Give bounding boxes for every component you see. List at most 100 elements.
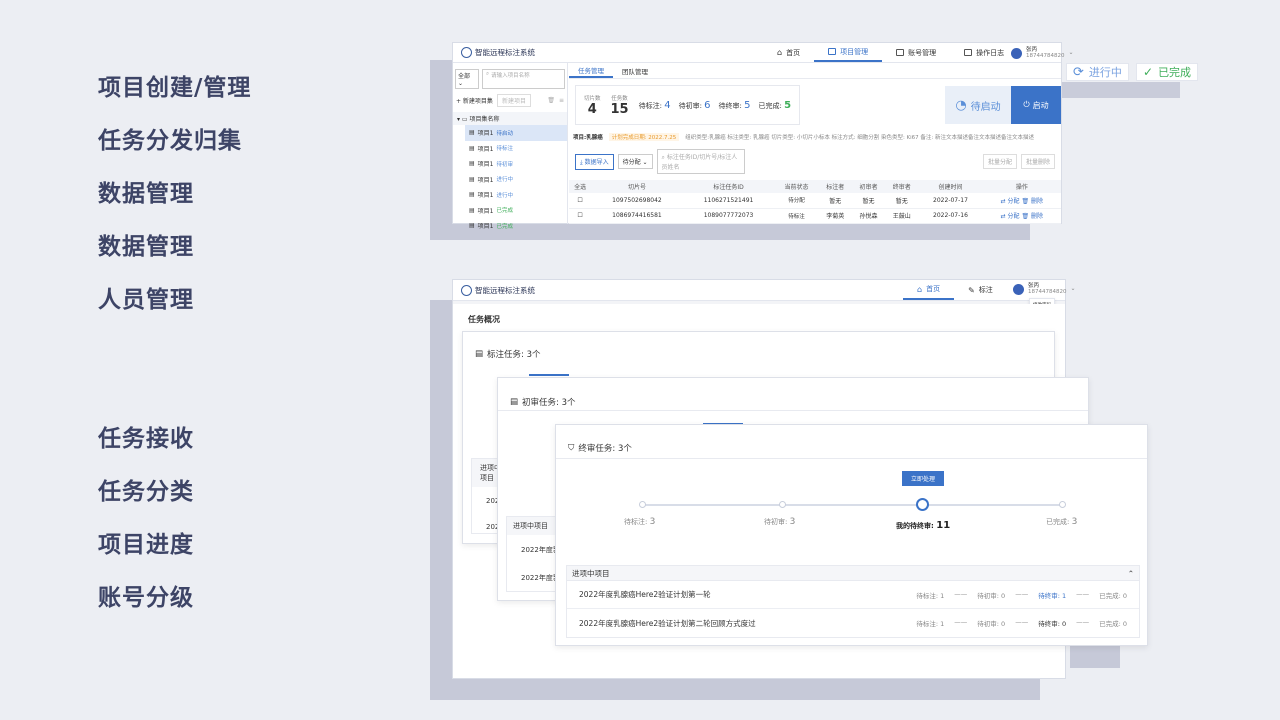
delete-label: 删除 (1031, 197, 1044, 205)
step-value: 3 (789, 517, 796, 527)
column-header: 标注者 (818, 180, 852, 193)
column-header: 当前状态 (774, 180, 819, 193)
batch-assign-button[interactable]: 批量分配 (982, 154, 1017, 169)
process-now-button[interactable]: 立即处理 (902, 471, 944, 486)
delete-link[interactable]: 🗑 删除 (1021, 213, 1043, 220)
document-icon: ▤ (469, 191, 475, 199)
start-button[interactable]: ⏻ 启动 (1011, 86, 1061, 124)
row-checkbox[interactable]: ☐ (569, 208, 592, 224)
project-row[interactable]: 2022年度乳腺癌Here2验证计划第一轮 待标注: 1 —— 待初审: 0 —— … (567, 581, 1139, 609)
step-label: 我的待终审: 11 (896, 520, 950, 531)
plan-date: 计划完成日期: 2022.7.25 (608, 133, 680, 141)
nav-label: 首页 (926, 285, 941, 293)
project-row[interactable]: 2022年度乳腺癌Here2验证计划第二轮回顾方式度过 待标注: 1 —— 待初审… (567, 609, 1139, 637)
project-stat: 待标注: 1 (916, 591, 945, 600)
cell-final-reviewer: 暂无 (885, 193, 919, 209)
step-dot-active (916, 498, 929, 511)
step-name: 我的待终审: (896, 522, 934, 530)
cell-task-id: 1106271521491 (682, 193, 775, 209)
filter-select[interactable]: 全部 ⌄ (455, 69, 479, 89)
slices-label: 切片数 (584, 95, 601, 102)
power-icon: ⏻ (1023, 100, 1030, 109)
clock-icon: ◔ (955, 97, 967, 113)
row-checkbox[interactable]: ☐ (569, 193, 592, 209)
tree-item[interactable]: ▤ 项目1 已完成 (469, 218, 567, 234)
batch-delete-button[interactable]: 批量删除 (1020, 154, 1055, 169)
chevron-up-icon[interactable]: ⌃ (1128, 569, 1134, 578)
home-icon: ⌂ (917, 284, 923, 294)
project-stat: 待初审: 0 (977, 620, 1006, 628)
list-icon[interactable]: ≡ (559, 97, 564, 104)
list-header: 进项中项目 ⌃ (567, 566, 1139, 581)
nav-operation-log[interactable]: 操作日志 (950, 43, 1018, 62)
assign-filter-select[interactable]: 待分配 ⌄ (617, 154, 653, 169)
nav-label: 账号管理 (908, 48, 937, 57)
delete-link[interactable]: 🗑 删除 (1021, 198, 1043, 205)
card-indicator (529, 374, 569, 376)
project-search-input[interactable]: ⌕ 请输入项目名称 (482, 69, 565, 89)
search-icon: ⌕ (486, 71, 490, 77)
tree-item-status: 已完成 (496, 223, 514, 230)
user-menu[interactable]: 张丙 18744784820 ⌄ (1013, 283, 1076, 295)
status-counts: 待标注: 4 待初审: 6 待终审: 5 已完成: 5 (639, 100, 791, 111)
assign-link[interactable]: ⇄ 分配 (1001, 198, 1020, 205)
cell-date: 2022-07-17 (918, 193, 983, 209)
stat-label: 待终审: (718, 101, 742, 110)
tree-item[interactable]: ▤ 项目1 待初审 (469, 156, 567, 172)
project-attributes: 组织类型:乳腺癌 标注类型: 乳腺癌 切片类型: 小切片小标本 标注方式: 细胞… (685, 135, 1035, 141)
project-stat-active: 待终审: 0 (1038, 620, 1067, 628)
document-icon: ▤ (510, 397, 519, 407)
column-header: 切片号 (591, 180, 683, 193)
tree-item-name: 项目1 (477, 207, 494, 215)
nav-label: 标注 (978, 286, 993, 294)
cell-first-reviewer: 暂无 (851, 193, 886, 209)
document-icon: ▤ (469, 160, 475, 168)
tree-item[interactable]: ▤ 项目1 进行中 (469, 172, 567, 188)
admin-header: 智能远程标注系统 ⌂ 首页 项目管理 账号管理 操作日志 张丙 1874478482… (453, 43, 1074, 63)
delete-icon[interactable]: 🗑 (547, 97, 555, 104)
tree-item[interactable]: ▤ 项目1 待启动 (465, 125, 567, 141)
tree-item-name: 项目1 (477, 130, 494, 138)
nav-account-management[interactable]: 账号管理 (882, 43, 950, 62)
document-icon: ▤ (469, 129, 475, 137)
tree-item-status: 待标注 (496, 146, 514, 153)
assign-link[interactable]: ⇄ 分配 (1001, 213, 1020, 220)
feature-label: 任务分发归集 (98, 128, 242, 154)
tree-item[interactable]: ▤ 项目1 进行中 (469, 187, 567, 203)
table-row: ☐ 1086974416581 1089077772073 待标注 李菊英 孙悦森 王鼓山 2… (569, 208, 1061, 224)
table-search-input[interactable]: ⌕ 标注任务ID/切片号/标注人员姓名 (656, 149, 745, 174)
cell-state: 待分配 (774, 193, 819, 209)
project-progress-list: 进项中项目 ⌃ 2022年度乳腺癌Here2验证计划第一轮 待标注: 1 —— 待初… (566, 565, 1140, 638)
nav-label: 首页 (786, 48, 801, 57)
import-button[interactable]: ⤓ 数据导入 (575, 153, 614, 170)
column-header: 初审者 (851, 180, 886, 193)
tab-task-management[interactable]: 任务管理 (569, 63, 613, 78)
nav-annotate[interactable]: ✎ 标注 (954, 280, 1007, 300)
stat-value: 5 (744, 99, 751, 111)
new-project-set-button[interactable]: + 新建项目集 (456, 96, 493, 105)
nav-home[interactable]: ⌂ 首页 (903, 280, 955, 300)
tab-team-management[interactable]: 团队管理 (613, 63, 657, 78)
user-menu[interactable]: 张丙 18744784820 ⌄ (1011, 47, 1074, 59)
tree-item[interactable]: ▤ 项目1 已完成 (469, 203, 567, 219)
tree-root[interactable]: ▾ ▭ 项目集名称 (453, 112, 567, 125)
step-value: 3 (1071, 517, 1078, 527)
tree-item-status: 已完成 (496, 208, 514, 215)
home-icon: ⌂ (777, 48, 783, 57)
start-button-label: 启动 (1032, 100, 1049, 110)
cell-state: 待标注 (774, 208, 819, 224)
tree-item[interactable]: ▤ 项目1 待标注 (469, 141, 567, 157)
new-project-button[interactable]: 新建项目 (496, 94, 531, 107)
nav-project-management[interactable]: 项目管理 (814, 43, 883, 62)
step-dot (639, 501, 646, 508)
project-stat: 待标注: 1 (916, 620, 945, 628)
nav-home[interactable]: ⌂ 首页 (763, 43, 814, 62)
filter-value: 全部 (458, 73, 471, 80)
progress-label: 进项中项目 (572, 568, 610, 578)
project-name: 2022年度乳腺癌Here2验证计划第二轮回顾方式度过 (579, 618, 756, 628)
feature-label: 任务分类 (98, 479, 194, 505)
assign-filter-value: 待分配 (622, 159, 641, 166)
step-value: 11 (936, 520, 951, 531)
step-name: 待标注: (624, 518, 648, 526)
select-all-header[interactable]: 全选 (569, 180, 592, 193)
